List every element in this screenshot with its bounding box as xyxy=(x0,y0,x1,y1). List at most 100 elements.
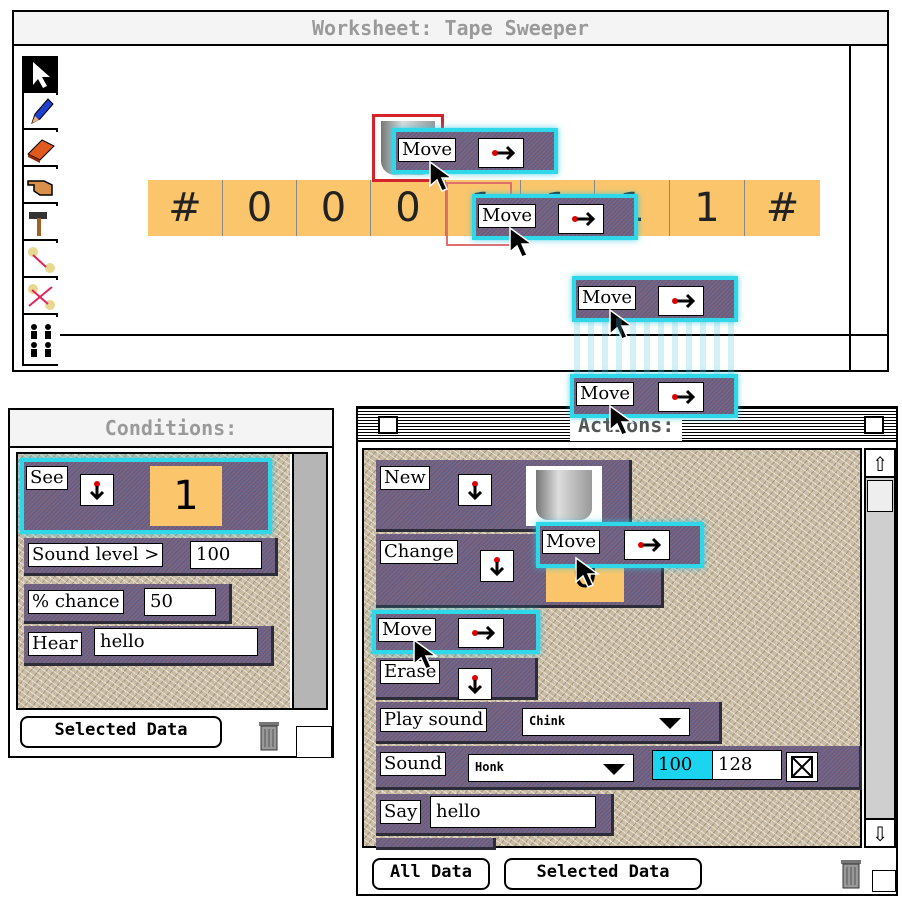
down-arrow-icon xyxy=(89,481,105,501)
selected-data-button[interactable]: Selected Data xyxy=(20,716,222,748)
conditions-window: Conditions: See 1 Sound level > 100 % ch… xyxy=(8,408,334,758)
link-connect-icon[interactable] xyxy=(24,243,58,278)
sound-level-condition[interactable]: Sound level > 100 xyxy=(24,538,278,576)
move-arrow-box[interactable] xyxy=(624,530,670,560)
checkbox-x-icon xyxy=(791,756,813,778)
tape-cell[interactable]: # xyxy=(148,180,223,236)
sound-volume-input[interactable]: 100 xyxy=(652,750,716,780)
actions-window: Actions: ⇧ ⇩ New Change 0 Move Erase xyxy=(356,406,898,896)
sound-pitch-input[interactable]: 128 xyxy=(712,750,782,780)
trash-icon[interactable] xyxy=(256,718,282,752)
say-action[interactable]: Say hello xyxy=(376,794,614,836)
arrow-cursor-icon xyxy=(413,638,439,670)
partial-action[interactable] xyxy=(376,838,496,850)
link-cut-icon[interactable] xyxy=(24,280,58,315)
erase-direction-box[interactable] xyxy=(458,668,492,700)
scroll-up-arrow-icon[interactable]: ⇧ xyxy=(866,450,894,478)
move-label: Move xyxy=(578,286,637,310)
move-rule-drag[interactable]: Move xyxy=(570,374,738,418)
erase-action[interactable]: Erase xyxy=(376,658,538,700)
play-sound-value: Chink xyxy=(529,714,566,728)
sound-checkbox[interactable] xyxy=(786,752,818,782)
hear-condition[interactable]: Hear hello xyxy=(24,626,274,666)
actions-scrollbar[interactable]: ⇧ ⇩ xyxy=(864,448,896,848)
play-sound-select[interactable]: Chink xyxy=(522,708,690,736)
move-rule-drag[interactable]: Move xyxy=(472,194,638,240)
new-object-slot[interactable] xyxy=(526,466,602,526)
down-arrow-icon xyxy=(467,675,483,695)
move-rule-drag[interactable]: Move xyxy=(536,522,704,568)
down-arrow-icon xyxy=(489,557,505,577)
all-data-button[interactable]: All Data xyxy=(372,858,490,890)
people-icon[interactable] xyxy=(24,317,58,364)
arrow-pointer-icon[interactable] xyxy=(24,58,58,93)
see-value-cell[interactable]: 1 xyxy=(150,466,222,526)
chance-input[interactable]: 50 xyxy=(144,588,216,616)
sound-value: Honk xyxy=(475,760,504,774)
chance-label: % chance xyxy=(28,590,124,614)
play-sound-label: Play sound xyxy=(380,708,488,732)
worksheet-bottom-divider xyxy=(60,334,887,336)
hear-label: Hear xyxy=(28,632,82,656)
right-arrow-icon xyxy=(672,389,696,405)
chance-condition[interactable]: % chance 50 xyxy=(24,584,232,624)
arrow-cursor-icon xyxy=(429,160,455,192)
arrow-cursor-icon xyxy=(609,404,635,436)
sweeper-can-icon xyxy=(536,470,592,520)
sound-label: Sound xyxy=(380,752,446,776)
move-arrow-box[interactable] xyxy=(478,138,524,168)
pencil-icon[interactable] xyxy=(24,95,58,130)
move-arrow-box[interactable] xyxy=(658,286,704,316)
resize-box[interactable] xyxy=(296,726,332,758)
sound-select[interactable]: Honk xyxy=(468,754,634,782)
worksheet-title: Worksheet: Tape Sweeper xyxy=(14,12,887,46)
hand-pointing-icon[interactable] xyxy=(24,169,58,204)
right-arrow-icon xyxy=(572,211,596,227)
tool-palette xyxy=(22,56,58,366)
sound-level-input[interactable]: 100 xyxy=(190,541,262,569)
hear-input[interactable]: hello xyxy=(94,628,258,656)
hammer-icon[interactable] xyxy=(24,206,58,241)
scroll-thumb[interactable] xyxy=(867,480,893,512)
move-rule-drag[interactable]: Move xyxy=(392,128,558,174)
close-box[interactable] xyxy=(378,416,398,434)
tape-cell[interactable]: # xyxy=(745,180,820,236)
dropdown-arrow-icon xyxy=(603,764,625,775)
scroll-down-arrow-icon[interactable]: ⇩ xyxy=(866,818,894,846)
see-direction-box[interactable] xyxy=(80,474,114,506)
move-arrow-box[interactable] xyxy=(458,618,504,648)
say-label: Say xyxy=(380,800,422,824)
see-label: See xyxy=(26,466,68,490)
move-label: Move xyxy=(478,204,537,228)
play-sound-action[interactable]: Play sound Chink xyxy=(376,702,722,744)
move-arrow-box[interactable] xyxy=(658,382,704,412)
say-input[interactable]: hello xyxy=(430,796,596,828)
right-arrow-icon xyxy=(672,293,696,309)
down-arrow-icon xyxy=(467,481,483,501)
sound-action[interactable]: Sound Honk 100 128 xyxy=(376,746,862,790)
new-label: New xyxy=(380,466,430,490)
see-condition[interactable]: See 1 xyxy=(20,458,272,534)
move-rule-drag[interactable]: Move xyxy=(572,276,738,322)
conditions-title: Conditions: xyxy=(10,410,332,448)
trash-icon[interactable] xyxy=(838,856,864,890)
right-arrow-icon xyxy=(492,145,516,161)
eraser-icon[interactable] xyxy=(24,132,58,167)
move-label: Move xyxy=(542,530,601,554)
tape-cell[interactable]: 0 xyxy=(297,180,371,236)
arrow-cursor-icon xyxy=(509,226,535,258)
resize-box[interactable] xyxy=(872,870,896,892)
new-direction-box[interactable] xyxy=(458,474,492,506)
tape-cell[interactable]: 1 xyxy=(670,180,745,236)
drag-motion-trail xyxy=(574,318,734,378)
conditions-scrollbar[interactable] xyxy=(292,454,326,708)
move-label: Move xyxy=(576,382,635,406)
move-action[interactable]: Move xyxy=(372,610,540,654)
tape-cell[interactable]: 0 xyxy=(223,180,297,236)
selected-data-button[interactable]: Selected Data xyxy=(504,858,702,890)
move-arrow-box[interactable] xyxy=(558,204,604,234)
change-direction-box[interactable] xyxy=(480,550,514,582)
move-label: Move xyxy=(398,138,457,162)
zoom-box[interactable] xyxy=(864,416,884,434)
right-arrow-icon xyxy=(638,537,662,553)
